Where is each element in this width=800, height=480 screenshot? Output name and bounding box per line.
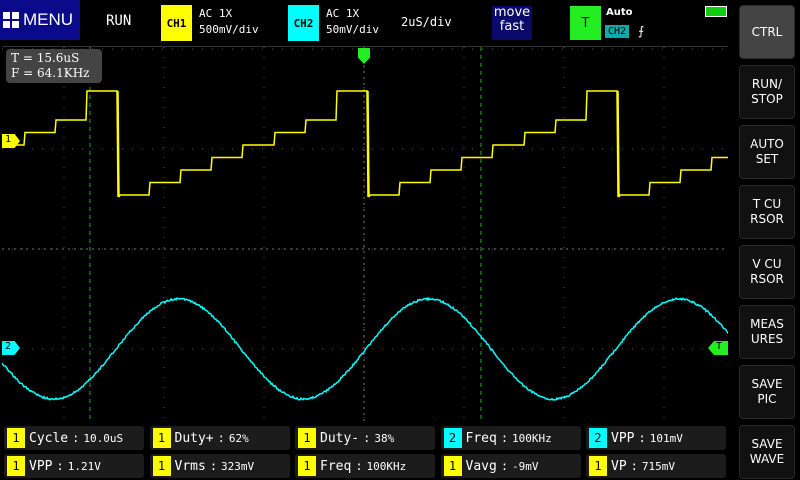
measurement-cycle[interactable]: 1 Cycle:10.0uS xyxy=(4,426,144,450)
separator: : xyxy=(56,459,63,473)
channel-badge: 1 xyxy=(298,428,316,448)
sidebar-button-autoset[interactable]: AUTO SET xyxy=(739,125,795,179)
menu-button[interactable]: MENU xyxy=(0,0,80,40)
channel-badge: 1 xyxy=(153,456,171,476)
separator: : xyxy=(218,431,225,445)
menu-label: MENU xyxy=(23,10,73,30)
measurement-value: 62% xyxy=(229,432,249,445)
measurement-vpp[interactable]: 2 VPP:101mV xyxy=(586,426,726,450)
waveform-display[interactable] xyxy=(2,46,728,421)
measurement-label: Duty+ xyxy=(175,431,214,446)
channel-badge: 1 xyxy=(444,456,462,476)
measurement-label: VPP xyxy=(611,431,634,446)
measurement-value: 715mV xyxy=(642,460,675,473)
measurement-value: 100KHz xyxy=(512,432,552,445)
channel-badge: 1 xyxy=(153,428,171,448)
measurement-label: VP xyxy=(611,459,627,474)
measurement-vavg[interactable]: 1 Vavg: -9mV xyxy=(441,454,581,478)
sidebar-button-vcursor[interactable]: V CU RSOR xyxy=(739,245,795,299)
ch1-settings: AC 1X500mV/div xyxy=(199,6,259,38)
ch1-waveform xyxy=(2,91,728,197)
separator: : xyxy=(72,431,79,445)
trigger-source: CH2 xyxy=(605,25,629,38)
timebase[interactable]: 2uS/div xyxy=(401,14,452,30)
measurement-freq[interactable]: 2 Freq:100KHz xyxy=(441,426,581,450)
measurement-label: Vrms xyxy=(175,459,206,474)
measurement-duty[interactable]: 1 Duty-:38% xyxy=(295,426,435,450)
trigger-mode: Auto xyxy=(606,7,633,18)
sidebar-button-savepic[interactable]: SAVE PIC xyxy=(739,365,795,419)
measurement-value: 323mV xyxy=(221,460,254,473)
sidebar-button-runstop[interactable]: RUN/ STOP xyxy=(739,65,795,119)
measurement-value: 10.0uS xyxy=(83,432,123,445)
measurement-label: VPP xyxy=(29,459,52,474)
measurement-vpp[interactable]: 1 VPP:1.21V xyxy=(4,454,144,478)
ch2-waveform xyxy=(2,298,728,400)
cursor-readout: T = 15.6uSF = 64.1KHz xyxy=(6,49,102,83)
measurement-label: Duty- xyxy=(320,431,359,446)
measurement-label: Cycle xyxy=(29,431,68,446)
measurement-value: 101mV xyxy=(650,432,683,445)
separator: : xyxy=(638,431,645,445)
measurement-label: Vavg xyxy=(466,459,497,474)
sidebar-button-savewave[interactable]: SAVE WAVE xyxy=(739,425,795,479)
sidebar-button-ctrl[interactable]: CTRL xyxy=(739,5,795,59)
measurement-vrms[interactable]: 1 Vrms:323mV xyxy=(150,454,290,478)
measurement-label: Freq xyxy=(466,431,497,446)
measurement-freq[interactable]: 1 Freq:100KHz xyxy=(295,454,435,478)
channel-badge: 1 xyxy=(7,456,25,476)
ch2-button[interactable]: CH2 xyxy=(288,5,319,41)
sidebar-button-measures[interactable]: MEAS URES xyxy=(739,305,795,359)
move-fast-button[interactable]: movefast xyxy=(492,6,532,40)
measurement-value: 1.21V xyxy=(68,460,101,473)
separator: : xyxy=(210,459,217,473)
rising-edge-icon: ⨍ xyxy=(638,24,644,38)
run-status[interactable]: RUN xyxy=(106,13,131,29)
separator: : xyxy=(355,459,362,473)
channel-badge: 1 xyxy=(7,428,25,448)
measurement-value: 100KHz xyxy=(367,460,407,473)
separator: : xyxy=(363,431,370,445)
ch2-settings: AC 1X50mV/div xyxy=(326,6,379,38)
separator: : xyxy=(631,459,638,473)
separator: : xyxy=(501,431,508,445)
measurement-value: -9mV xyxy=(512,460,539,473)
channel-badge: 2 xyxy=(589,428,607,448)
trigger-button[interactable]: T xyxy=(570,6,601,40)
grid-icon xyxy=(3,12,19,28)
channel-badge: 1 xyxy=(298,456,316,476)
measurement-vp[interactable]: 1 VP:715mV xyxy=(586,454,726,478)
measurement-label: Freq xyxy=(320,459,351,474)
channel-badge: 1 xyxy=(589,456,607,476)
separator: : xyxy=(501,459,508,473)
channel-badge: 2 xyxy=(444,428,462,448)
measurement-value: 38% xyxy=(374,432,394,445)
ch1-button[interactable]: CH1 xyxy=(161,5,192,41)
sidebar-button-tcursor[interactable]: T CU RSOR xyxy=(739,185,795,239)
measurement-duty[interactable]: 1 Duty+:62% xyxy=(150,426,290,450)
battery-icon xyxy=(705,6,727,17)
